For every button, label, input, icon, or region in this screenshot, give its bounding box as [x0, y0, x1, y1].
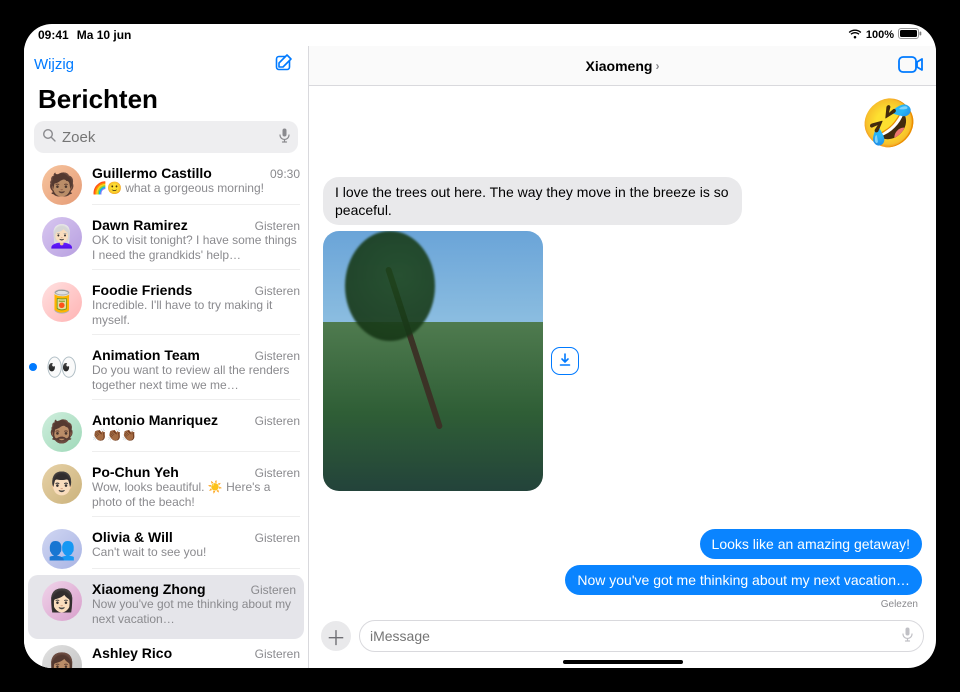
conversation-time: Gisteren [255, 414, 300, 428]
message-composer: ＋ [309, 614, 936, 660]
facetime-icon [898, 61, 924, 76]
conversation-summary: Po-Chun Yeh GisterenWow, looks beautiful.… [92, 464, 300, 517]
home-indicator[interactable] [563, 660, 683, 664]
conversation-list-sidebar: Wijzig Berichten [24, 46, 309, 668]
device-frame: 09:41 Ma 10 jun 100% • • • Wijzig [0, 0, 960, 692]
conversation-row[interactable]: 👩🏻 Xiaomeng Zhong GisterenNow you've got m… [28, 575, 304, 639]
incoming-message-bubble[interactable]: I love the trees out here. The way they … [323, 177, 742, 225]
conversation-time: Gisteren [255, 531, 300, 545]
conversation-name: Foodie Friends [92, 282, 192, 298]
incoming-photo-message[interactable] [323, 231, 543, 491]
contact-name: Xiaomeng [586, 58, 653, 74]
conversation-preview: Do you want to review all the renders to… [92, 363, 300, 393]
conversation-name: Ashley Rico [92, 645, 172, 661]
unread-indicator [29, 363, 37, 371]
avatar: 🥫 [42, 282, 82, 322]
mic-icon[interactable] [902, 627, 913, 645]
avatar: 👩🏻 [42, 581, 82, 621]
contact-name-button[interactable]: Xiaomeng › [586, 58, 660, 74]
outgoing-message-bubble[interactable]: Now you've got me thinking about my next… [565, 565, 922, 595]
compose-input[interactable] [370, 628, 902, 644]
conversation-time: Gisteren [255, 349, 300, 363]
conversation-name: Animation Team [92, 347, 200, 363]
conversation-preview: Wow, looks beautiful. ☀️ Here's a photo … [92, 480, 300, 510]
conversation-summary: Antonio Manriquez Gisteren👏🏾👏🏾👏🏾 [92, 412, 300, 452]
conversation-time: Gisteren [251, 583, 296, 597]
conversation-preview: Can't wait to see you! [92, 545, 300, 560]
conversation-preview: Now you've got me thinking about my next… [92, 597, 296, 627]
conversation-row[interactable]: 👥 Olivia & Will GisterenCan't wait to see … [24, 523, 308, 575]
avatar: 👩🏻‍🦳 [42, 217, 82, 257]
conversation-row[interactable]: 👨🏻 Po-Chun Yeh GisterenWow, looks beautifu… [24, 458, 308, 523]
conversation-row[interactable]: 🧔🏽 Antonio Manriquez Gisteren👏🏾👏🏾👏🏾 [24, 406, 308, 458]
conversation-row[interactable]: 👀 Animation Team GisterenDo you want to re… [24, 341, 308, 406]
conversation-summary: Xiaomeng Zhong GisterenNow you've got me … [92, 581, 296, 633]
conversation-name: Dawn Ramirez [92, 217, 188, 233]
conversation-summary: Animation Team GisterenDo you want to rev… [92, 347, 300, 400]
conversation-list[interactable]: 🧑🏽 Guillermo Castillo 09:30🌈🙂 what a gorge… [24, 159, 308, 668]
conversation-summary: Guillermo Castillo 09:30🌈🙂 what a gorgeou… [92, 165, 300, 205]
conversation-preview: OK to visit tonight? I have some things … [92, 233, 300, 263]
conversation-summary: Olivia & Will GisterenCan't wait to see y… [92, 529, 300, 569]
compose-icon [274, 53, 294, 76]
conversation-preview: 👏🏾👏🏾👏🏾 [92, 428, 300, 443]
compose-button[interactable] [270, 50, 298, 78]
read-receipt: Gelezen [881, 599, 918, 610]
attachments-button[interactable]: ＋ [321, 621, 351, 651]
avatar: 👥 [42, 529, 82, 569]
avatar: 🧑🏽 [42, 165, 82, 205]
avatar: 👀 [42, 347, 82, 387]
conversation-name: Olivia & Will [92, 529, 173, 545]
conversation-summary: Foodie Friends GisterenIncredible. I'll h… [92, 282, 300, 335]
app-title: Berichten [24, 80, 308, 121]
conversation-summary: Ashley Rico Gisteren [92, 645, 300, 668]
wifi-icon [848, 29, 862, 42]
conversation-name: Antonio Manriquez [92, 412, 218, 428]
mic-icon[interactable] [279, 128, 290, 147]
status-bar: 09:41 Ma 10 jun 100% [24, 24, 936, 46]
conversation-row[interactable]: 🧑🏽 Guillermo Castillo 09:30🌈🙂 what a gorge… [24, 159, 308, 211]
message-thread[interactable]: 🤣 I love the trees out here. The way the… [309, 86, 936, 614]
status-time: 09:41 [38, 28, 69, 42]
conversation-name: Guillermo Castillo [92, 165, 212, 181]
conversation-time: Gisteren [255, 219, 300, 233]
avatar: 👩🏽 [42, 645, 82, 668]
photo-attachment[interactable] [323, 231, 543, 491]
main-content: • • • Wijzig Berichten [24, 46, 936, 668]
conversation-summary: Dawn Ramirez GisterenOK to visit tonight?… [92, 217, 300, 270]
avatar: 🧔🏽 [42, 412, 82, 452]
compose-field[interactable] [359, 620, 924, 652]
outgoing-message-bubble[interactable]: Looks like an amazing getaway! [700, 529, 922, 559]
conversation-row[interactable]: 👩🏽 Ashley Rico Gisteren [24, 639, 308, 668]
conversation-time: Gisteren [255, 647, 300, 661]
conversation-preview: 🌈🙂 what a gorgeous morning! [92, 181, 300, 196]
save-photo-button[interactable] [551, 347, 579, 375]
screen: 09:41 Ma 10 jun 100% • • • Wijzig [24, 24, 936, 668]
avatar: 👨🏻 [42, 464, 82, 504]
conversation-name: Po-Chun Yeh [92, 464, 179, 480]
conversation-pane: Xiaomeng › 🤣 I love the trees out here. … [309, 46, 936, 668]
battery-percent: 100% [866, 29, 894, 41]
search-input[interactable] [62, 129, 273, 146]
emoji-reaction: 🤣 [861, 96, 918, 151]
conversation-time: 09:30 [270, 167, 300, 181]
conversation-time: Gisteren [255, 466, 300, 480]
facetime-button[interactable] [898, 56, 924, 76]
conversation-row[interactable]: 👩🏻‍🦳 Dawn Ramirez GisterenOK to visit toni… [24, 211, 308, 276]
edit-button[interactable]: Wijzig [34, 56, 74, 73]
chevron-right-icon: › [655, 59, 659, 73]
search-icon [42, 128, 56, 146]
conversation-row[interactable]: 🥫 Foodie Friends GisterenIncredible. I'll … [24, 276, 308, 341]
search-field[interactable] [34, 121, 298, 153]
conversation-name: Xiaomeng Zhong [92, 581, 206, 597]
status-date: Ma 10 jun [77, 28, 132, 42]
conversation-preview: Incredible. I'll have to try making it m… [92, 298, 300, 328]
download-icon [558, 353, 572, 370]
battery-icon [898, 28, 922, 42]
conversation-header: Xiaomeng › [309, 46, 936, 86]
plus-icon: ＋ [326, 622, 346, 651]
conversation-time: Gisteren [255, 284, 300, 298]
